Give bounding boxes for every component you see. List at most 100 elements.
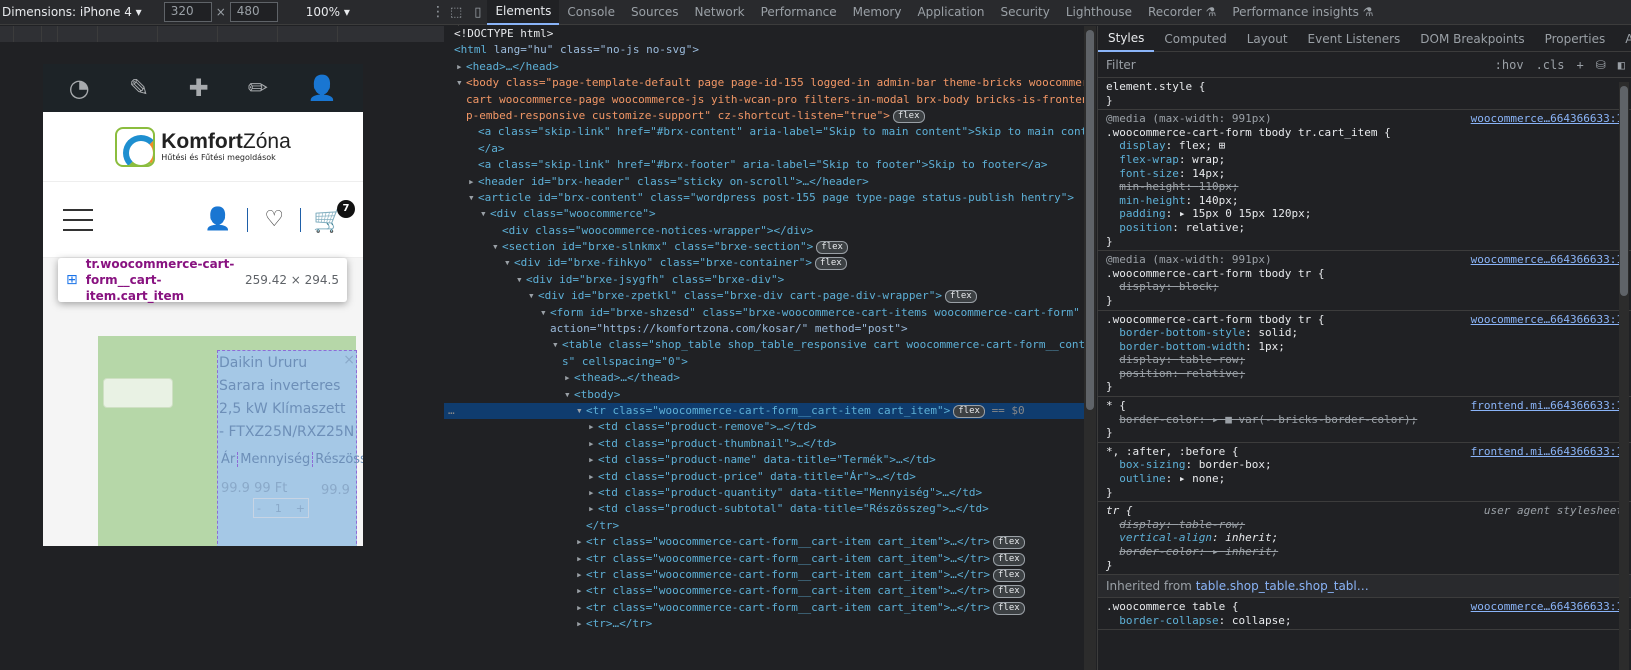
styles-scrollbar[interactable] [1619,82,1629,670]
style-rule-element[interactable]: element.style { } [1098,78,1631,111]
dom-node[interactable]: ▸ <td class="product-remove">…</td> [444,419,1084,435]
quantity-stepper[interactable]: - 1 + [253,498,309,518]
dom-node[interactable]: ▸ <td class="product-thumbnail">…</td> [444,436,1084,452]
wishlist-heart-icon[interactable]: ♡ [248,207,300,232]
tab-recorder[interactable]: Recorder ⚗ [1140,0,1224,25]
tab-network[interactable]: Network [687,0,753,25]
cart-icon[interactable]: 🛒 7 [301,199,355,234]
tab-application[interactable]: Application [909,0,992,25]
style-rule[interactable]: @media (max-width: 991px) woocommerce…664… [1098,251,1631,311]
dom-node[interactable]: ▸ <header id="brx-header" class="sticky o… [444,174,1084,190]
dom-node[interactable]: ▾ <tbody> [444,387,1084,403]
dom-node[interactable]: ▸ <td class="product-name" data-title="Te… [444,452,1084,468]
dom-node[interactable]: ▾ <div id="brxe-jsygfh" class="brxe-div"> [444,272,1084,288]
dom-node-cont[interactable]: s" cellspacing="0"> [444,354,1084,370]
expand-triangle-icon[interactable]: ▸ [456,59,466,75]
dom-node[interactable]: ▾ <form id="brxe-shzesd" class="brxe-wooc… [444,305,1084,321]
device-selector[interactable]: Dimensions: iPhone 4 ▾ [2,5,142,19]
dom-tree-scrollbar[interactable] [1084,26,1096,670]
tab-performance-insights[interactable]: Performance insights ⚗ [1224,0,1381,25]
collapse-triangle-icon[interactable]: ▾ [516,272,526,288]
expand-triangle-icon[interactable]: ▸ [468,174,478,190]
tab-layout[interactable]: Layout [1237,26,1298,52]
edit-pencil-icon[interactable]: ✏ [248,76,268,100]
flex-badge[interactable]: flex [992,568,1025,582]
expand-triangle-icon[interactable]: ▸ [588,436,598,452]
new-rule-plus-icon[interactable]: + [1570,58,1589,72]
zoom-selector[interactable]: 100% ▾ [306,5,350,19]
dom-node[interactable]: ▸ <tr class="woocommerce-cart-form__cart-… [444,600,1084,616]
collapse-triangle-icon[interactable]: ▾ [504,255,514,271]
dom-node-cont[interactable]: cart woocommerce-page woocommerce-js yit… [444,92,1084,108]
device-toggle-icon[interactable]: ▯ [468,5,487,20]
account-icon[interactable]: 👤 [188,207,247,232]
product-name-link[interactable]: Daikin Ururu Sarara inverteres 2,5 kW Kl… [219,352,355,444]
expand-triangle-icon[interactable]: ▸ [588,419,598,435]
expand-triangle-icon[interactable]: ▸ [588,501,598,517]
dom-node[interactable]: <div class="woocommerce-notices-wrapper"… [444,223,1084,239]
inspect-element-icon[interactable]: ⬚ [444,5,468,20]
tab-lighthouse[interactable]: Lighthouse [1058,0,1140,25]
dom-node[interactable]: </tr> [444,518,1084,534]
collapse-triangle-icon[interactable]: ▾ [528,288,538,304]
dom-node[interactable]: ▸ <tr class="woocommerce-cart-form__cart-… [444,567,1084,583]
dom-node-cont[interactable]: </a> [444,141,1084,157]
dashboard-icon[interactable]: ◔ [69,76,90,100]
style-rule-ua[interactable]: tr {user agent stylesheet display: table… [1098,502,1631,576]
tab-performance[interactable]: Performance [753,0,845,25]
rule-source-link[interactable]: woocommerce…664366633:1 [1471,253,1623,267]
dom-node[interactable]: ▾ <table class="shop_table shop_table_res… [444,337,1084,353]
dom-node[interactable]: ▸ <thead>…</thead> [444,370,1084,386]
expand-triangle-icon[interactable]: ▸ [588,469,598,485]
flex-badge[interactable]: flex [892,109,925,123]
collapse-triangle-icon[interactable]: ▾ [456,75,466,91]
tab-security[interactable]: Security [993,0,1058,25]
dom-node[interactable]: ▸ <tr class="woocommerce-cart-form__cart-… [444,583,1084,599]
expand-triangle-icon[interactable]: ▸ [576,567,586,583]
flex-badge[interactable]: flex [992,601,1025,615]
qty-value[interactable]: 1 [275,502,282,515]
ellipsis-icon[interactable]: … [448,403,455,419]
flex-badge[interactable]: flex [992,585,1025,599]
flex-badge[interactable]: flex [953,404,985,418]
collapse-triangle-icon[interactable]: ▾ [480,206,490,222]
width-input[interactable]: 320 [163,2,212,22]
tab-sources[interactable]: Sources [623,0,686,25]
expand-triangle-icon[interactable]: ▸ [576,583,586,599]
dom-node-cont[interactable]: action="https://komfortzona.com/kosar/" … [444,321,1084,337]
styles-filter-input[interactable]: Filter [1106,58,1489,72]
inherited-from-link[interactable]: table.shop_table.shop_tabl… [1196,579,1369,593]
hov-button[interactable]: :hov [1489,58,1530,72]
tab-dom-breakpoints[interactable]: DOM Breakpoints [1410,26,1534,52]
dom-node[interactable]: ▸ <tr class="woocommerce-cart-form__cart-… [444,551,1084,567]
style-rule[interactable]: .woocommerce table {woocommerce…66436663… [1098,598,1631,631]
dom-node[interactable]: ▾ <article id="brx-content" class="wordpr… [444,190,1084,206]
flex-badge[interactable]: flex [944,290,977,304]
remove-item-icon[interactable]: × [343,352,355,368]
flex-badge[interactable]: flex [816,241,848,255]
flex-badge[interactable]: flex [815,257,847,271]
dom-node-cont[interactable]: p-embed-responsive customize-support" cz… [444,108,1084,124]
tab-event-listeners[interactable]: Event Listeners [1298,26,1411,52]
dom-node[interactable]: ▸ <head>…</head> [444,59,1084,75]
dom-node[interactable]: ▾ <div id="brxe-fihkyo" class="brxe-conta… [444,255,1084,271]
tab-computed[interactable]: Computed [1154,26,1236,52]
collapse-triangle-icon[interactable]: ▾ [576,403,586,419]
dom-node[interactable]: <html lang="hu" class="no-js no-svg"> [444,42,1084,58]
hamburger-menu-icon[interactable] [63,208,93,231]
dom-node[interactable]: <!DOCTYPE html> [444,26,1084,42]
collapse-triangle-icon[interactable]: ▾ [492,239,502,255]
site-logo[interactable]: KomfortZóna Hűtési és Fűtési megoldások [43,112,363,182]
dom-node[interactable]: <a class="skip-link" href="#brx-footer" … [444,157,1084,173]
dom-tree[interactable]: <!DOCTYPE html> <html lang="hu" class="n… [444,26,1084,670]
tab-styles[interactable]: Styles [1098,26,1155,52]
rule-source-link[interactable]: woocommerce…664366633:1 [1471,600,1623,614]
toggle-sidebar-icon[interactable]: ◧ [1612,58,1631,72]
style-rule[interactable]: * {frontend.mi…664366633:1 border-color:… [1098,397,1631,443]
dom-node-selected[interactable]: … ▾ <tr class="woocommerce-cart-form__cart… [444,402,1084,420]
style-rule[interactable]: *, :after, :before {frontend.mi…66436663… [1098,443,1631,503]
rule-source-link[interactable]: frontend.mi…664366633:1 [1471,445,1623,459]
collapse-triangle-icon[interactable]: ▾ [540,305,550,321]
dom-node[interactable]: ▸ <tr>…</tr> [444,616,1084,632]
dom-node[interactable]: <a class="skip-link" href="#brx-content"… [444,124,1084,140]
